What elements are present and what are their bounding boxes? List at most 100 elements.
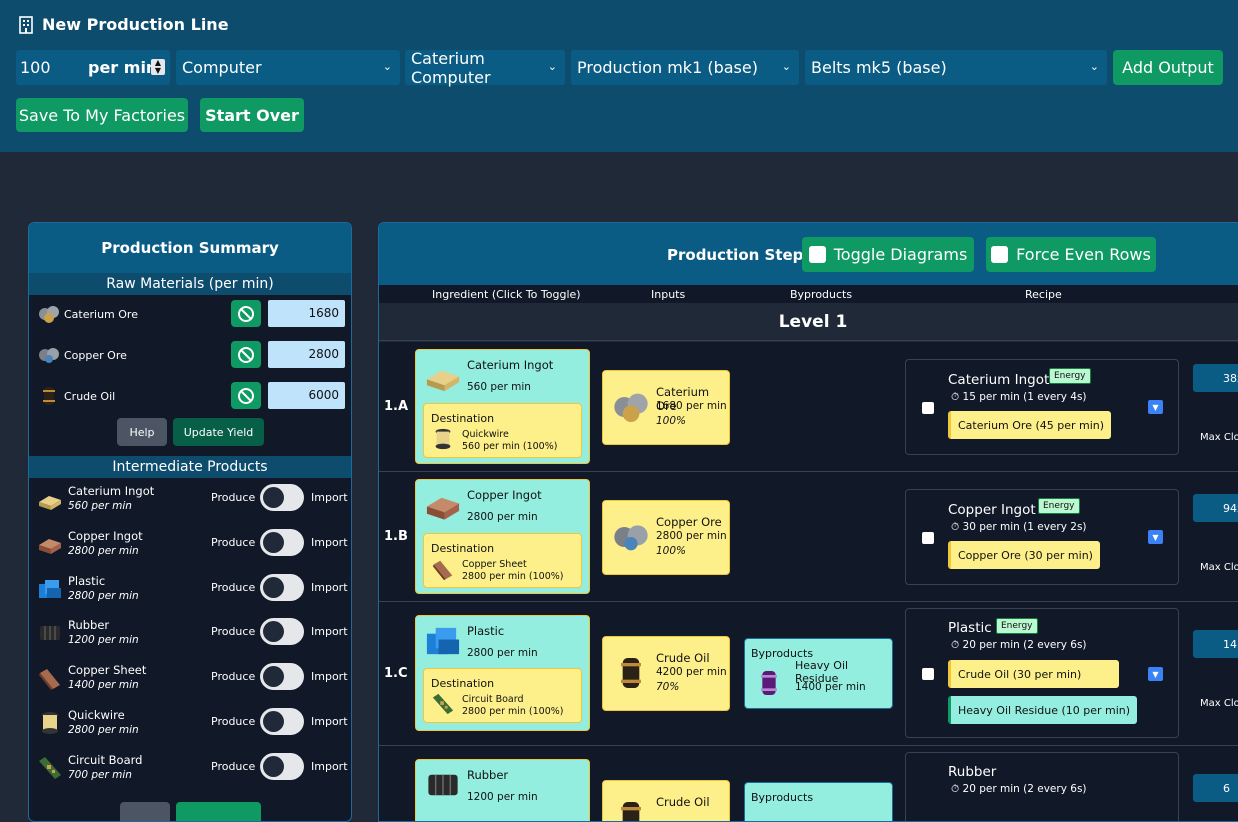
quantity-value: 100 <box>20 58 51 77</box>
ingredient-card[interactable]: Plastic 2800 per min Destination Circuit… <box>415 615 590 731</box>
chevron-down-icon: ⌄ <box>382 60 392 73</box>
machine-count-input[interactable]: 14 <box>1193 630 1238 658</box>
produce-import-toggle[interactable] <box>260 618 304 646</box>
recipe-checkbox[interactable] <box>922 668 934 680</box>
col-byproducts: Byproducts <box>790 288 853 301</box>
save-button[interactable]: Save To My Factories <box>16 98 188 132</box>
recipe-checkbox[interactable] <box>922 402 934 414</box>
raw-amount-input[interactable]: 1680 <box>268 300 345 327</box>
byproducts-label: Byproducts <box>751 791 814 804</box>
recipe-dropdown-icon[interactable]: ▼ <box>1148 530 1163 544</box>
machine-count-input[interactable]: 38x <box>1193 364 1238 392</box>
level-heading: Level 1 <box>379 303 1238 341</box>
intermediate-row: Circuit Board 700 per min Produce Import <box>29 747 351 792</box>
recipe-rate-text: 30 per min (1 every 2s) <box>962 521 1087 533</box>
recipe-name: Caterium Ingot <box>948 372 1050 388</box>
produce-import-toggle[interactable] <box>260 752 304 780</box>
step-id: 1.C <box>384 666 408 681</box>
machine-count-input[interactable]: 94x <box>1193 494 1238 522</box>
machine-count-input[interactable]: 6 <box>1193 774 1238 802</box>
produce-import-toggle[interactable] <box>260 528 304 556</box>
ingredient-name: Caterium Ingot <box>467 358 554 372</box>
recipe-input-pill: Caterium Ore (45 per min) <box>948 411 1112 439</box>
partial-button[interactable] <box>176 802 261 821</box>
recipe-dropdown-icon[interactable]: ▼ <box>1148 667 1163 681</box>
produce-import-toggle[interactable] <box>260 707 304 735</box>
product-select[interactable]: Computer ⌄ <box>176 50 400 85</box>
destination-name: Circuit Board <box>462 694 524 705</box>
production-summary-panel: Production Summary Raw Materials (per mi… <box>28 222 352 822</box>
col-recipe: Recipe <box>1025 288 1062 301</box>
recipe-rate: ⏱ 15 per min (1 every 4s) <box>951 391 1087 404</box>
raw-amount-input[interactable]: 6000 <box>268 382 345 409</box>
ingredient-card[interactable]: Copper Ingot 2800 per min Destination Co… <box>415 479 590 594</box>
produce-import-toggle[interactable] <box>260 573 304 601</box>
ingredient-card[interactable]: Rubber 1200 per min <box>415 759 590 821</box>
building-select[interactable]: Production mk1 (base) ⌄ <box>571 50 799 85</box>
timer-icon: ⏱ <box>951 783 963 795</box>
produce-import-toggle[interactable] <box>260 663 304 691</box>
toggle-diagrams-button[interactable]: Toggle Diagrams <box>802 237 974 272</box>
recipe-select[interactable]: Caterium Computer ⌄ <box>405 49 565 87</box>
caterium-ingot-icon <box>426 370 460 392</box>
ingredient-rate: 1200 per min <box>467 791 538 803</box>
copper-ore-icon <box>39 348 59 363</box>
copper-sheet-icon <box>432 560 453 581</box>
toggle-diagrams-checkbox[interactable] <box>808 246 826 263</box>
produce-label: Produce <box>211 535 256 549</box>
input-percent: 100% <box>656 545 687 557</box>
recipe-name: Rubber <box>948 764 997 780</box>
add-output-button[interactable]: Add Output <box>1113 50 1223 85</box>
recipe-checkbox[interactable] <box>922 532 934 544</box>
exclude-button[interactable] <box>231 341 261 368</box>
header-bar: New Production Line 100 per min ▲ ▼ Compu… <box>0 0 1238 152</box>
recipe-name: Plastic <box>948 620 992 636</box>
help-button[interactable]: Help <box>117 418 167 446</box>
ingredient-name: Copper Ingot <box>467 488 542 502</box>
toggle-diagrams-label: Toggle Diagrams <box>833 245 968 264</box>
recipe-rate: ⏱ 20 per min (2 every 6s) <box>951 783 1087 796</box>
byproduct-card: Byproducts Heavy Oil Residue 1400 per mi… <box>744 638 893 709</box>
produce-import-toggle[interactable] <box>260 484 304 511</box>
import-label: Import <box>311 491 348 504</box>
raw-material-row: Crude Oil 6000 <box>29 377 351 418</box>
produce-label: Produce <box>211 670 256 684</box>
force-even-rows-button[interactable]: Force Even Rows <box>986 237 1156 272</box>
chevron-down-icon: ⌄ <box>547 60 557 73</box>
rubber-icon <box>428 774 458 796</box>
destination-name: Quickwire <box>462 429 509 440</box>
raw-amount-input[interactable]: 2800 <box>268 341 345 368</box>
caterium-ore-icon <box>614 393 648 422</box>
intermediate-row: Rubber 1200 per min Produce Import <box>29 612 351 657</box>
intermediate-name: Circuit Board <box>68 752 143 767</box>
ingredient-name: Rubber <box>467 768 509 782</box>
exclude-button[interactable] <box>231 300 261 327</box>
update-yield-button[interactable]: Update Yield <box>173 418 264 446</box>
recipe-byproduct-pill: Heavy Oil Residue (10 per min) <box>948 696 1138 724</box>
recipe-name: Copper Ingot <box>948 502 1036 518</box>
stepper-icon[interactable]: ▲ ▼ <box>151 59 165 75</box>
ingredient-card[interactable]: Caterium Ingot 560 per min Destination Q… <box>415 349 590 464</box>
raw-name: Caterium Ore <box>64 308 138 321</box>
intermediate-rate: 560 per min <box>68 500 132 512</box>
col-inputs: Inputs <box>651 288 686 301</box>
byproduct-rate: 1400 per min <box>795 681 866 693</box>
quantity-input[interactable]: 100 per min ▲ ▼ <box>16 50 170 85</box>
force-even-rows-label: Force Even Rows <box>1016 245 1151 264</box>
exclude-button[interactable] <box>231 382 261 409</box>
timer-icon: ⏱ <box>951 391 963 403</box>
destination-rate: 2800 per min (100%) <box>462 706 564 717</box>
copper-ingot-icon <box>426 497 460 520</box>
col-ingredient: Ingredient (Click To Toggle) <box>432 288 581 301</box>
belt-value: Belts mk5 (base) <box>811 58 947 77</box>
belt-select[interactable]: Belts mk5 (base) ⌄ <box>805 50 1107 85</box>
input-name: Crude Oil <box>656 795 710 809</box>
start-over-button[interactable]: Start Over <box>200 98 304 132</box>
recipe-dropdown-icon[interactable]: ▼ <box>1148 400 1163 414</box>
import-label: Import <box>311 580 348 594</box>
force-even-rows-checkbox[interactable] <box>991 246 1009 263</box>
input-rate: 2800 per min <box>656 530 727 542</box>
import-label: Import <box>311 625 348 639</box>
partial-button[interactable] <box>120 802 170 821</box>
destination-card: Destination Copper Sheet 2800 per min (1… <box>423 533 582 588</box>
